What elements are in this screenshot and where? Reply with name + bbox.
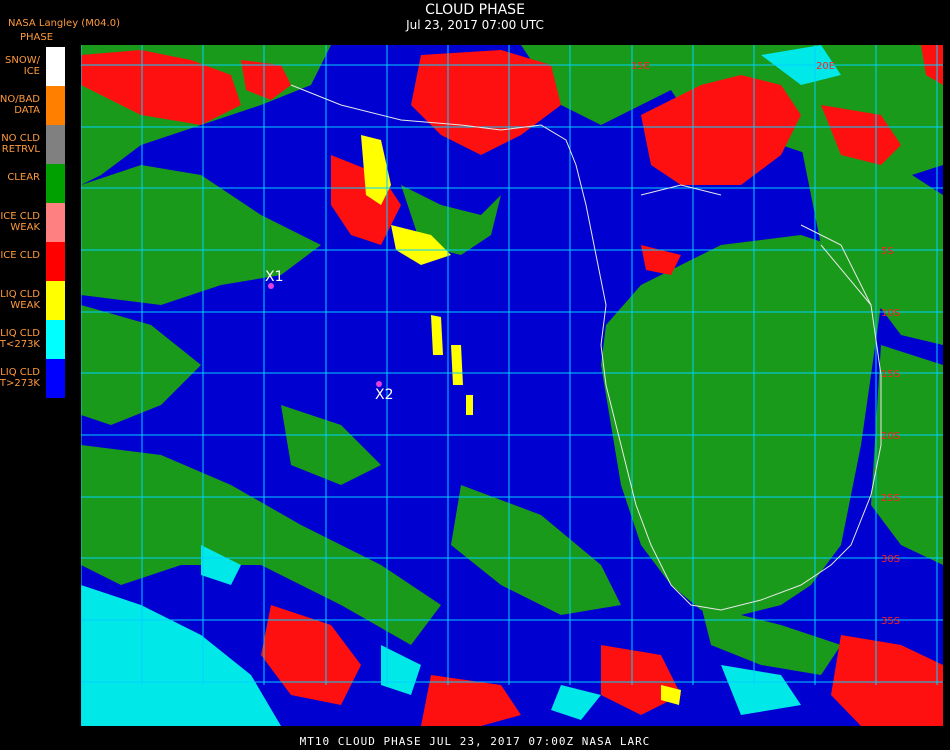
footer-caption: MT10 CLOUD PHASE JUL 23, 2017 07:00Z NAS… (299, 735, 651, 748)
legend-item-ice-cld: ICE CLD (0, 242, 66, 281)
legend-swatch (46, 359, 65, 398)
legend-label: LIQ CLD T<273K (0, 328, 40, 350)
product-version-label: NASA Langley (M04.0) (8, 18, 120, 29)
legend-swatch (46, 281, 65, 320)
legend-label: CLEAR (7, 172, 40, 183)
legend-swatch (46, 47, 65, 86)
satellite-cloud-phase-map[interactable]: 15E 20E 5S 10S 15S 20S 25S 30S 35S X1 X2 (81, 45, 943, 726)
grid-label-lat: 10S (881, 308, 900, 319)
image-subtitle: Jul 23, 2017 07:00 UTC (406, 18, 544, 32)
legend-item-clear: CLEAR (0, 164, 66, 203)
legend-item-ice-cld-weak: ICE CLD WEAK (0, 203, 66, 242)
legend-swatch (46, 164, 65, 203)
legend-swatch (46, 86, 65, 125)
grid-label-lat: 30S (881, 554, 900, 565)
grid-label-lat: 20S (881, 431, 900, 442)
marker-x1-label: X1 (265, 269, 284, 285)
grid-label-lat: 35S (881, 616, 900, 627)
legend-swatch (46, 125, 65, 164)
grid-label-lon: 20E (816, 61, 835, 72)
legend-item-no-bad-data: NO/BAD DATA (0, 86, 66, 125)
legend-swatch (46, 242, 65, 281)
legend-label: ICE CLD WEAK (0, 211, 40, 233)
image-title: CLOUD PHASE (425, 2, 525, 18)
legend-label: LIQ CLD WEAK (0, 289, 40, 311)
legend-swatch (46, 203, 65, 242)
grid-label-lat: 15S (881, 369, 900, 380)
legend-label: ICE CLD (0, 250, 40, 261)
grid-label-lat: 5S (881, 246, 894, 257)
legend-item-liq-cld-cold: LIQ CLD T<273K (0, 320, 66, 359)
legend-label: NO CLD RETRVL (1, 133, 40, 155)
grid-label-lat: 25S (881, 493, 900, 504)
legend-item-snow-ice: SNOW/ ICE (0, 47, 66, 86)
grid-label-lon: 15E (631, 61, 650, 72)
legend-label: LIQ CLD T>273K (0, 367, 40, 389)
legend-label: NO/BAD DATA (0, 94, 40, 116)
legend-title: PHASE (20, 32, 54, 43)
legend-label: SNOW/ ICE (5, 55, 40, 77)
marker-x2-label: X2 (375, 387, 394, 403)
legend-swatch (46, 320, 65, 359)
legend-item-liq-cld-weak: LIQ CLD WEAK (0, 281, 66, 320)
legend-item-no-cld-retrvl: NO CLD RETRVL (0, 125, 66, 164)
legend-item-liq-cld-warm: LIQ CLD T>273K (0, 359, 66, 398)
map-canvas: 15E 20E 5S 10S 15S 20S 25S 30S 35S (81, 45, 943, 726)
